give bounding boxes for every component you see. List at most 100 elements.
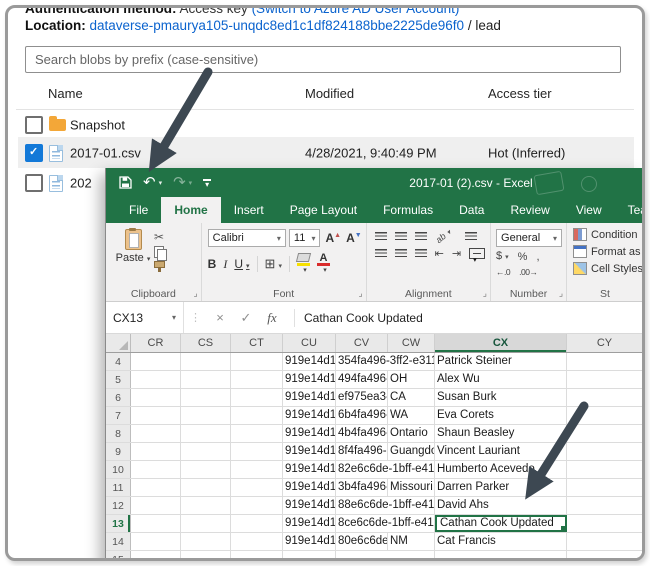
- cell-CV11[interactable]: 3b4fa496-: [336, 479, 388, 496]
- grid-col-header-CR[interactable]: CR: [131, 334, 181, 352]
- cell-CT12[interactable]: [231, 497, 283, 514]
- decrease-decimal-icon[interactable]: .00→: [519, 267, 537, 277]
- cell-CX15[interactable]: [435, 551, 567, 561]
- decrease-indent-icon[interactable]: ⇤: [435, 249, 444, 259]
- cell-CS9[interactable]: [181, 443, 231, 460]
- cell-CW8[interactable]: Ontario: [388, 425, 435, 442]
- formula-input[interactable]: Cathan Cook Updated: [304, 311, 423, 325]
- font-dialog-launcher[interactable]: ⌟: [358, 288, 362, 299]
- blob-name[interactable]: 2017-01.csv: [70, 145, 141, 160]
- blob-checkbox-2017-01.csv[interactable]: [25, 144, 43, 162]
- copy-icon[interactable]: [154, 246, 164, 258]
- cell-CR9[interactable]: [131, 443, 181, 460]
- cell-CR13[interactable]: [131, 515, 181, 532]
- grid-row-header-13[interactable]: 13: [106, 515, 131, 532]
- cell-CR15[interactable]: [131, 551, 181, 561]
- shrink-font-icon[interactable]: A▼: [346, 231, 362, 245]
- cell-CX9[interactable]: Vincent Lauriant: [435, 443, 567, 460]
- grow-font-icon[interactable]: A▲: [325, 231, 341, 245]
- cell-CY13[interactable]: [567, 515, 643, 532]
- switch-account-link[interactable]: (Switch to Azure AD User Account): [252, 5, 460, 16]
- blob-checkbox-202[interactable]: [25, 174, 43, 192]
- cell-CV9[interactable]: 8f4fa496-3: [336, 443, 388, 460]
- cell-CY15[interactable]: [567, 551, 643, 561]
- blob-checkbox-Snapshot[interactable]: [25, 116, 43, 134]
- insert-function-icon[interactable]: fx: [259, 310, 285, 326]
- cell-CS11[interactable]: [181, 479, 231, 496]
- grid-col-header-CT[interactable]: CT: [231, 334, 283, 352]
- grid-col-header-CY[interactable]: CY: [567, 334, 643, 352]
- styles-item-cell-styles[interactable]: Cell Styles: [573, 262, 643, 275]
- cell-CU14[interactable]: 919e14d1-: [283, 533, 336, 550]
- number-dialog-launcher[interactable]: ⌟: [559, 288, 563, 299]
- cell-CU10[interactable]: 919e14d1-: [283, 461, 336, 478]
- cell-CT10[interactable]: [231, 461, 283, 478]
- cell-CV6[interactable]: ef975ea3-: [336, 389, 388, 406]
- blob-name[interactable]: 202: [70, 176, 92, 191]
- cell-CS12[interactable]: [181, 497, 231, 514]
- cut-icon[interactable]: ✂: [154, 231, 164, 243]
- grid-row-header-15[interactable]: 15: [106, 551, 131, 561]
- undo-icon[interactable]: ↶: [143, 175, 162, 190]
- increase-decimal-icon[interactable]: ←.0: [496, 267, 510, 277]
- cell-CS4[interactable]: [181, 353, 231, 370]
- tab-home[interactable]: Home: [161, 197, 220, 223]
- comma-style-icon[interactable]: ,: [536, 252, 539, 263]
- cell-CW6[interactable]: CA: [388, 389, 435, 406]
- cell-CR5[interactable]: [131, 371, 181, 388]
- cell-CS5[interactable]: [181, 371, 231, 388]
- cell-CW7[interactable]: WA: [388, 407, 435, 424]
- tab-formulas[interactable]: Formulas: [370, 197, 446, 223]
- grid-row-header-11[interactable]: 11: [106, 479, 131, 496]
- cell-CV12[interactable]: 88e6c6de-1bff-e411-: [336, 497, 435, 514]
- italic-button[interactable]: I: [223, 257, 227, 272]
- cell-CY12[interactable]: [567, 497, 643, 514]
- styles-item-condition[interactable]: Condition: [573, 228, 643, 241]
- cell-CV8[interactable]: 4b4fa496-: [336, 425, 388, 442]
- blob-row-2017-01.csv[interactable]: 2017-01.csv4/28/2021, 9:40:49 PMHot (Inf…: [18, 137, 634, 168]
- cell-CU11[interactable]: 919e14d1-: [283, 479, 336, 496]
- clipboard-dialog-launcher[interactable]: ⌟: [193, 288, 197, 299]
- number-format-dropdown[interactable]: General▾: [496, 229, 562, 247]
- cell-CT4[interactable]: [231, 353, 283, 370]
- font-name-dropdown[interactable]: Calibri▾: [208, 229, 286, 247]
- cell-CW11[interactable]: Missouri: [388, 479, 435, 496]
- accounting-format-icon[interactable]: $: [496, 251, 509, 263]
- cell-CR8[interactable]: [131, 425, 181, 442]
- cell-CU15[interactable]: [283, 551, 336, 561]
- cell-CY9[interactable]: [567, 443, 643, 460]
- format-painter-icon[interactable]: [154, 261, 165, 268]
- customize-qat-icon[interactable]: ▾: [203, 179, 211, 187]
- cell-CS15[interactable]: [181, 551, 231, 561]
- cell-CR4[interactable]: [131, 353, 181, 370]
- grid-row-header-4[interactable]: 4: [106, 353, 131, 370]
- cell-CX7[interactable]: Eva Corets: [435, 407, 567, 424]
- cell-CT13[interactable]: [231, 515, 283, 532]
- cell-CX8[interactable]: Shaun Beasley: [435, 425, 567, 442]
- grid-row-header-10[interactable]: 10: [106, 461, 131, 478]
- search-input[interactable]: [25, 46, 621, 73]
- tab-page-layout[interactable]: Page Layout: [277, 197, 370, 223]
- grid-row-header-7[interactable]: 7: [106, 407, 131, 424]
- tab-team[interactable]: Team: [615, 197, 645, 223]
- cell-CS10[interactable]: [181, 461, 231, 478]
- grid-col-header-CX[interactable]: CX: [435, 334, 567, 352]
- cell-CT8[interactable]: [231, 425, 283, 442]
- cell-CR11[interactable]: [131, 479, 181, 496]
- cell-CR14[interactable]: [131, 533, 181, 550]
- fill-color-icon[interactable]: [297, 253, 310, 275]
- fill-handle[interactable]: [560, 525, 567, 532]
- cell-CY6[interactable]: [567, 389, 643, 406]
- cell-CT15[interactable]: [231, 551, 283, 561]
- cell-CX11[interactable]: Darren Parker: [435, 479, 567, 496]
- cell-CY10[interactable]: [567, 461, 643, 478]
- cell-CT14[interactable]: [231, 533, 283, 550]
- cell-CV7[interactable]: 6b4fa496-: [336, 407, 388, 424]
- wrap-text-icon[interactable]: [465, 232, 477, 241]
- styles-item-format-as[interactable]: Format as: [573, 245, 643, 258]
- tab-view[interactable]: View: [563, 197, 615, 223]
- grid-col-header-CW[interactable]: CW: [388, 334, 435, 352]
- column-header-access-tier[interactable]: Access tier: [488, 86, 552, 101]
- borders-icon[interactable]: ⊞: [265, 256, 282, 272]
- orientation-icon[interactable]: ab: [433, 227, 452, 245]
